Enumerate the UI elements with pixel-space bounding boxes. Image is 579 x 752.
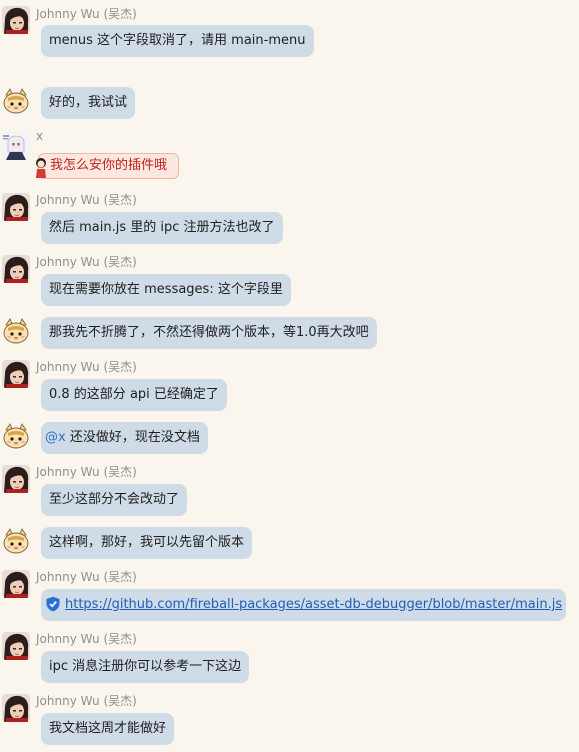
message-bubble[interactable]: 好的，我试试 bbox=[41, 87, 136, 119]
avatar[interactable] bbox=[2, 694, 30, 722]
dark-haired-avatar-icon bbox=[2, 694, 30, 722]
anime-character-avatar-icon bbox=[2, 132, 30, 160]
sender-name: Johnny Wu (吴杰) bbox=[36, 360, 137, 374]
dark-haired-avatar-icon bbox=[2, 360, 30, 388]
message-bubble[interactable]: 0.8 的这部分 api 已经确定了 bbox=[41, 379, 227, 411]
avatar[interactable] bbox=[2, 570, 30, 598]
message-bubble[interactable]: menus 这个字段取消了，请用 main-menu bbox=[41, 25, 314, 57]
message-bubble[interactable]: 至少这部分不会改动了 bbox=[41, 484, 188, 516]
dark-haired-avatar-icon bbox=[2, 255, 30, 283]
message-bubble[interactable]: 我怎么安你的插件哦 bbox=[38, 153, 180, 179]
sender-name: Johnny Wu (吴杰) bbox=[36, 465, 137, 479]
avatar[interactable] bbox=[2, 132, 30, 160]
dark-haired-avatar-icon bbox=[2, 570, 30, 598]
sender-name: Johnny Wu (吴杰) bbox=[36, 7, 137, 21]
sender-name: Johnny Wu (吴杰) bbox=[36, 193, 137, 207]
sender-name: x bbox=[36, 129, 44, 143]
sender-name: Johnny Wu (吴杰) bbox=[36, 255, 137, 269]
message-bubble[interactable]: 我文档这周才能做好 bbox=[41, 713, 175, 745]
message-link[interactable]: https://github.com/fireball-packages/ass… bbox=[65, 597, 562, 612]
cartoon-cat-avatar-icon bbox=[2, 528, 30, 556]
avatar[interactable] bbox=[2, 632, 30, 660]
mention-link[interactable]: @x bbox=[45, 430, 66, 445]
doll-icon bbox=[36, 158, 46, 178]
dark-haired-avatar-icon bbox=[2, 632, 30, 660]
avatar[interactable] bbox=[2, 193, 30, 221]
message-bubble[interactable]: https://github.com/fireball-packages/ass… bbox=[41, 589, 567, 621]
sender-name: Johnny Wu (吴杰) bbox=[36, 570, 137, 584]
avatar[interactable] bbox=[2, 6, 30, 34]
message-bubble[interactable]: 现在需要你放在 messages: 这个字段里 bbox=[41, 274, 291, 306]
dark-haired-avatar-icon bbox=[2, 6, 30, 34]
message-bubble[interactable]: 这样啊，那好，我可以先留个版本 bbox=[41, 527, 253, 559]
cartoon-cat-avatar-icon bbox=[2, 88, 30, 116]
cartoon-cat-avatar-icon bbox=[2, 318, 30, 346]
message-bubble[interactable]: ipc 消息注册你可以参考一下这边 bbox=[41, 651, 250, 683]
message-bubble[interactable]: @x 还没做好，现在没文档 bbox=[41, 422, 208, 454]
avatar[interactable] bbox=[2, 528, 30, 556]
cartoon-cat-avatar-icon bbox=[2, 423, 30, 451]
sender-name: Johnny Wu (吴杰) bbox=[36, 694, 137, 708]
dark-haired-avatar-icon bbox=[2, 465, 30, 493]
shield-check-icon bbox=[46, 596, 60, 611]
sender-name: Johnny Wu (吴杰) bbox=[36, 632, 137, 646]
avatar[interactable] bbox=[2, 88, 30, 116]
avatar[interactable] bbox=[2, 255, 30, 283]
avatar[interactable] bbox=[2, 318, 30, 346]
dark-haired-avatar-icon bbox=[2, 193, 30, 221]
message-bubble[interactable]: 那我先不折腾了，不然还得做两个版本，等1.0再大改吧 bbox=[41, 317, 377, 349]
avatar[interactable] bbox=[2, 360, 30, 388]
message-text: 还没做好，现在没文档 bbox=[65, 430, 200, 445]
avatar[interactable] bbox=[2, 423, 30, 451]
message-bubble[interactable]: 然后 main.js 里的 ipc 注册方法也改了 bbox=[41, 212, 283, 244]
avatar[interactable] bbox=[2, 465, 30, 493]
